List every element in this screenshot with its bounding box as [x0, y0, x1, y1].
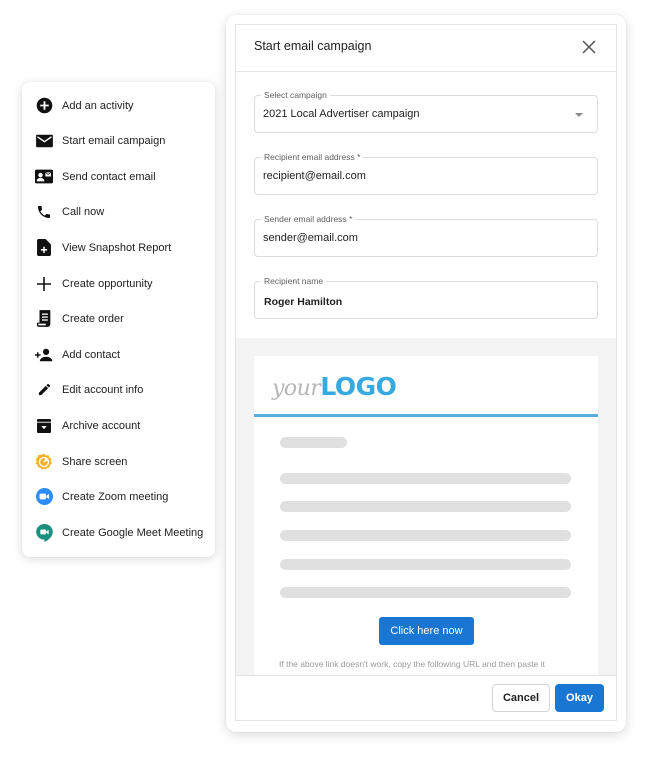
menu-item-create-order[interactable]: Create order: [22, 301, 215, 336]
menu-item-label: Create order: [62, 312, 124, 325]
dialog-header: Start email campaign: [236, 25, 616, 72]
menu-item-create-google-meet-meeting[interactable]: Create Google Meet Meeting: [22, 515, 215, 550]
menu-item-label: Share screen: [62, 455, 128, 468]
menu-item-add-contact[interactable]: Add contact: [22, 337, 215, 372]
menu-item-share-screen[interactable]: Share screen: [22, 444, 215, 479]
menu-item-label: Edit account info: [62, 383, 144, 396]
okay-button[interactable]: Okay: [555, 684, 604, 712]
menu-item-add-activity[interactable]: Add an activity: [22, 88, 215, 123]
placeholder-line: [280, 587, 571, 598]
field-label: Sender email address *: [261, 213, 356, 225]
start-email-campaign-dialog: Start email campaign Select campaign 202…: [235, 24, 617, 721]
menu-item-edit-account-info[interactable]: Edit account info: [22, 372, 215, 407]
menu-item-label: Add contact: [62, 348, 121, 361]
click-here-now-button[interactable]: Click here now: [379, 617, 474, 645]
add-circle-icon: [35, 97, 53, 115]
menu-item-label: Create opportunity: [62, 277, 153, 290]
field-value: 2021 Local Advertiser campaign: [263, 108, 420, 120]
menu-item-call-now[interactable]: Call now: [22, 194, 215, 229]
field-label: Select campaign: [261, 89, 330, 101]
email-preview-area: yourLOGO Click here now If the above lin…: [236, 338, 616, 696]
contact-mail-icon: [35, 168, 53, 186]
placeholder-line: [280, 559, 571, 570]
logo: yourLOGO: [272, 368, 397, 407]
zoom-icon: [35, 488, 53, 506]
select-campaign-dropdown[interactable]: Select campaign 2021 Local Advertiser ca…: [254, 89, 598, 133]
sender-email-field[interactable]: Sender email address * sender@email.com: [254, 213, 598, 257]
placeholder-line: [280, 437, 347, 448]
google-meet-icon: [35, 523, 53, 542]
field-value: Roger Hamilton: [264, 296, 343, 308]
chevron-down-icon: [575, 113, 583, 117]
recipient-name-field[interactable]: Recipient name Roger Hamilton: [254, 275, 598, 319]
logo-divider: [254, 414, 598, 417]
person-add-icon: [35, 346, 53, 364]
recipient-email-field[interactable]: Recipient email address * recipient@emai…: [254, 151, 598, 195]
close-icon[interactable]: [582, 40, 596, 54]
menu-item-label: Create Zoom meeting: [62, 490, 169, 503]
menu-item-send-contact-email[interactable]: Send contact email: [22, 159, 215, 194]
dialog-footer: Cancel Okay: [236, 675, 616, 720]
screenshare-icon: [35, 453, 53, 471]
plus-icon: [35, 275, 53, 293]
menu-item-label: Send contact email: [62, 170, 156, 183]
phone-icon: [35, 203, 53, 221]
placeholder-line: [280, 501, 571, 512]
menu-item-create-opportunity[interactable]: Create opportunity: [22, 266, 215, 301]
menu-item-label: Start email campaign: [62, 134, 166, 147]
field-value: recipient@email.com: [263, 170, 366, 182]
logo-brand: LOGO: [320, 372, 397, 401]
placeholder-line: [280, 473, 571, 484]
menu-item-label: Call now: [62, 205, 105, 218]
menu-item-label: Create Google Meet Meeting: [62, 526, 204, 539]
receipt-icon: [35, 310, 53, 328]
logo-prefix: your: [272, 376, 321, 401]
pencil-icon: [35, 381, 53, 399]
field-value: sender@email.com: [263, 232, 358, 244]
menu-item-start-email-campaign[interactable]: Start email campaign: [22, 123, 215, 158]
field-label: Recipient name: [261, 275, 327, 287]
cancel-button[interactable]: Cancel: [492, 684, 550, 712]
archive-icon: [35, 417, 53, 435]
placeholder-line: [280, 530, 571, 541]
dialog-title: Start email campaign: [254, 39, 372, 53]
field-label: Recipient email address *: [261, 151, 364, 163]
actions-menu: Add an activity Start email campaign Sen…: [22, 82, 215, 557]
menu-item-label: Archive account: [62, 419, 141, 432]
menu-item-archive-account[interactable]: Archive account: [22, 408, 215, 443]
menu-item-label: Add an activity: [62, 99, 134, 112]
email-icon: [35, 132, 53, 150]
menu-item-create-zoom-meeting[interactable]: Create Zoom meeting: [22, 479, 215, 514]
menu-item-view-snapshot-report[interactable]: View Snapshot Report: [22, 230, 215, 265]
fallback-link-text: If the above link doesn't work, copy the…: [279, 659, 545, 669]
menu-item-label: View Snapshot Report: [62, 241, 172, 254]
email-preview: yourLOGO Click here now If the above lin…: [254, 356, 598, 696]
note-add-icon: [35, 239, 53, 257]
